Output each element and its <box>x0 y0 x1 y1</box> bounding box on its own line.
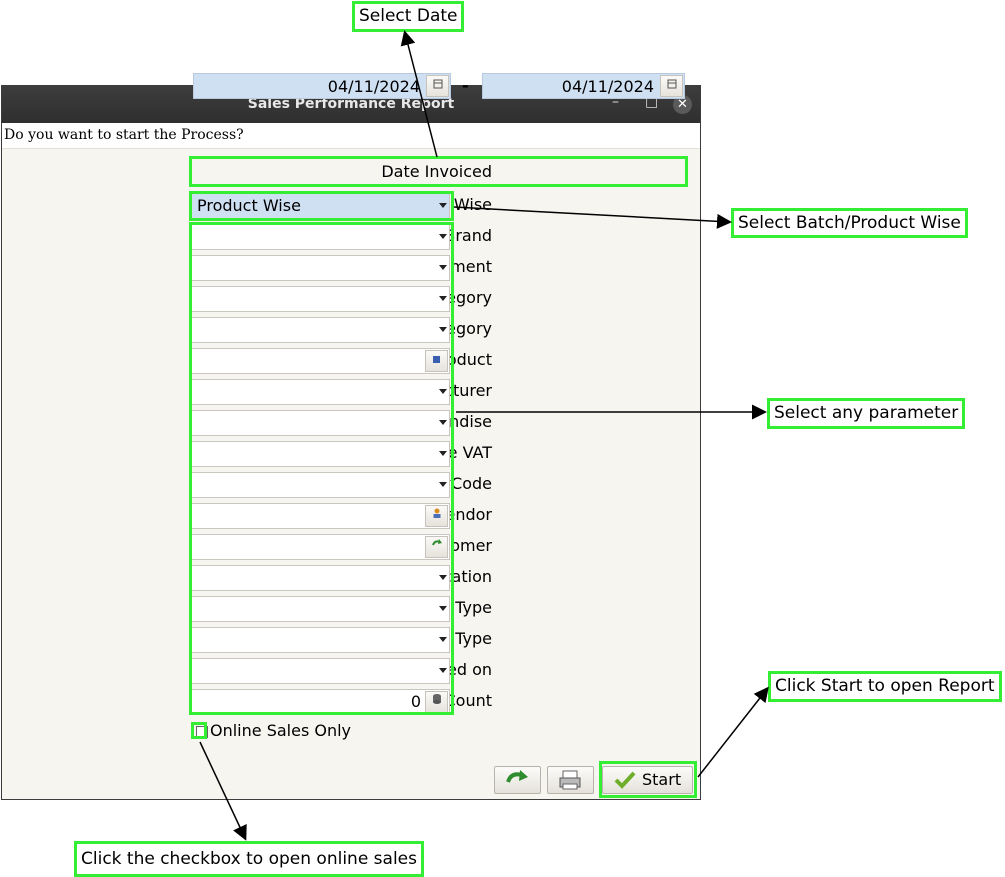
arrow-to-start <box>697 686 769 778</box>
arrow-to-online <box>199 741 247 841</box>
arrow-to-date <box>400 30 438 158</box>
annotation-arrows <box>199 30 769 841</box>
arrow-to-batch <box>453 206 732 229</box>
